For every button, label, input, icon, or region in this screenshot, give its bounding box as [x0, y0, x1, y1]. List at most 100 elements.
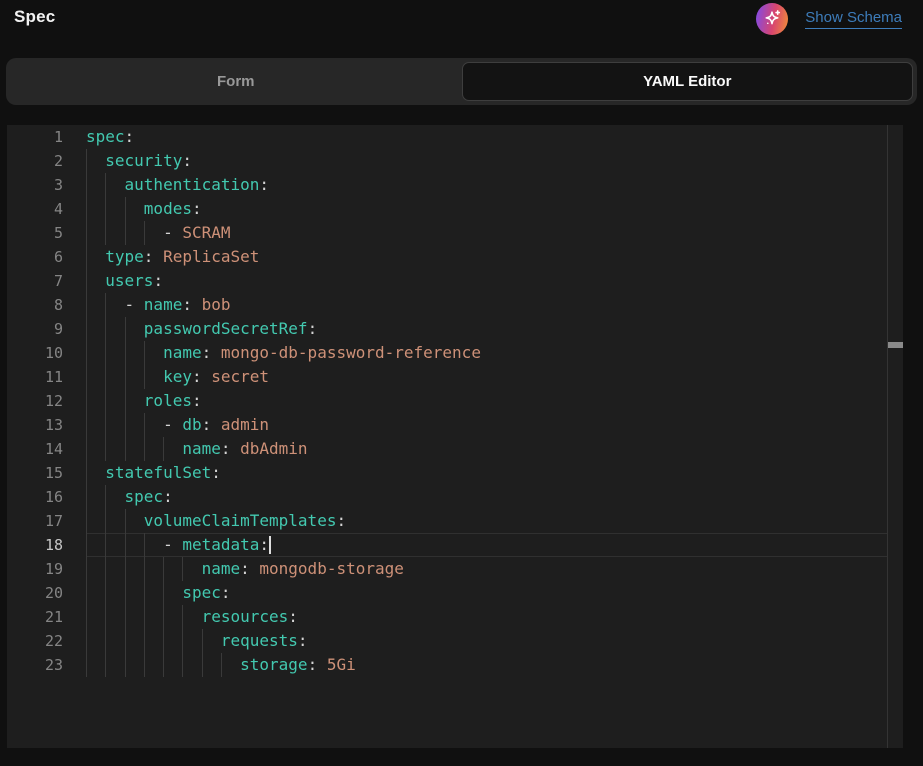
- code-line[interactable]: 10 name: mongo-db-password-reference: [7, 341, 903, 365]
- line-number: 22: [7, 629, 63, 653]
- code-text: volumeClaimTemplates:: [86, 509, 887, 533]
- tab-yaml-editor[interactable]: YAML Editor: [462, 62, 914, 101]
- code-text: - metadata:: [86, 533, 887, 557]
- editor-scrollbar[interactable]: [887, 125, 903, 748]
- tab-bar: Form YAML Editor: [6, 58, 917, 105]
- line-number: 5: [7, 221, 63, 245]
- code-line-content: name: mongo-db-password-reference: [86, 341, 887, 365]
- code-line[interactable]: 15 statefulSet:: [7, 461, 903, 485]
- code-line-content: - name: bob: [86, 293, 887, 317]
- code-line[interactable]: 6 type: ReplicaSet: [7, 245, 903, 269]
- text-cursor: [269, 536, 271, 554]
- code-text: passwordSecretRef:: [86, 317, 887, 341]
- yaml-editor[interactable]: 1spec:2 security:3 authentication:4 mode…: [7, 125, 903, 748]
- line-number: 16: [7, 485, 63, 509]
- code-line-content: statefulSet:: [86, 461, 887, 485]
- code-text: security:: [86, 149, 887, 173]
- line-number: 3: [7, 173, 63, 197]
- code-line-content: storage: 5Gi: [86, 653, 887, 677]
- code-text: name: dbAdmin: [86, 437, 887, 461]
- code-line-content: name: dbAdmin: [86, 437, 887, 461]
- code-text: spec:: [86, 125, 887, 149]
- line-number: 23: [7, 653, 63, 677]
- line-number: 9: [7, 317, 63, 341]
- header: Spec Show Schema: [0, 0, 923, 57]
- code-line-content: security:: [86, 149, 887, 173]
- code-text: storage: 5Gi: [86, 653, 887, 677]
- line-number: 13: [7, 413, 63, 437]
- ai-sparkles-icon[interactable]: [756, 3, 788, 35]
- code-line[interactable]: 2 security:: [7, 149, 903, 173]
- code-line-content: roles:: [86, 389, 887, 413]
- line-number: 1: [7, 125, 63, 149]
- code-line-content: modes:: [86, 197, 887, 221]
- line-number: 12: [7, 389, 63, 413]
- code-line-content: authentication:: [86, 173, 887, 197]
- code-text: resources:: [86, 605, 887, 629]
- code-text: spec:: [86, 581, 887, 605]
- code-line[interactable]: 8 - name: bob: [7, 293, 903, 317]
- code-line[interactable]: 23 storage: 5Gi: [7, 653, 903, 677]
- line-number: 10: [7, 341, 63, 365]
- code-line[interactable]: 16 spec:: [7, 485, 903, 509]
- code-text: requests:: [86, 629, 887, 653]
- code-text: users:: [86, 269, 887, 293]
- line-number: 14: [7, 437, 63, 461]
- code-text: spec:: [86, 485, 887, 509]
- line-number: 8: [7, 293, 63, 317]
- code-text: statefulSet:: [86, 461, 887, 485]
- code-line[interactable]: 3 authentication:: [7, 173, 903, 197]
- code-text: key: secret: [86, 365, 887, 389]
- code-text: authentication:: [86, 173, 887, 197]
- code-text: modes:: [86, 197, 887, 221]
- code-line[interactable]: 19 name: mongodb-storage: [7, 557, 903, 581]
- code-line-content: resources:: [86, 605, 887, 629]
- code-line[interactable]: 20 spec:: [7, 581, 903, 605]
- line-number: 19: [7, 557, 63, 581]
- code-line[interactable]: 14 name: dbAdmin: [7, 437, 903, 461]
- code-line-content: spec:: [86, 581, 887, 605]
- code-line[interactable]: 22 requests:: [7, 629, 903, 653]
- code-line[interactable]: 5 - SCRAM: [7, 221, 903, 245]
- code-line-content: spec:: [86, 125, 887, 149]
- code-line[interactable]: 4 modes:: [7, 197, 903, 221]
- overview-ruler-cursor-mark: [888, 342, 903, 348]
- code-line[interactable]: 18 - metadata:: [7, 533, 903, 557]
- code-line[interactable]: 11 key: secret: [7, 365, 903, 389]
- tab-form[interactable]: Form: [10, 62, 462, 101]
- line-number: 6: [7, 245, 63, 269]
- line-number: 20: [7, 581, 63, 605]
- page-title: Spec: [14, 7, 55, 27]
- code-line-content: volumeClaimTemplates:: [86, 509, 887, 533]
- header-actions: Show Schema: [756, 2, 902, 36]
- code-line-content: spec:: [86, 485, 887, 509]
- code-text: type: ReplicaSet: [86, 245, 887, 269]
- line-number: 21: [7, 605, 63, 629]
- code-text: - SCRAM: [86, 221, 887, 245]
- code-line-content: key: secret: [86, 365, 887, 389]
- code-line[interactable]: 13 - db: admin: [7, 413, 903, 437]
- show-schema-link[interactable]: Show Schema: [805, 9, 902, 29]
- code-text: - db: admin: [86, 413, 887, 437]
- code-line-content: - SCRAM: [86, 221, 887, 245]
- code-line-content: - db: admin: [86, 413, 887, 437]
- code-line[interactable]: 9 passwordSecretRef:: [7, 317, 903, 341]
- code-line-content: name: mongodb-storage: [86, 557, 887, 581]
- code-text: name: mongo-db-password-reference: [86, 341, 887, 365]
- code-line[interactable]: 1 spec:: [7, 125, 903, 149]
- line-number: 17: [7, 509, 63, 533]
- code-line[interactable]: 7 users:: [7, 269, 903, 293]
- code-line[interactable]: 17 volumeClaimTemplates:: [7, 509, 903, 533]
- code-line-content: requests:: [86, 629, 887, 653]
- code-line-content: type: ReplicaSet: [86, 245, 887, 269]
- code-line-content: - metadata:: [86, 533, 887, 557]
- code-line[interactable]: 12 roles:: [7, 389, 903, 413]
- line-number: 4: [7, 197, 63, 221]
- line-number: 2: [7, 149, 63, 173]
- code-line[interactable]: 21 resources:: [7, 605, 903, 629]
- line-number: 15: [7, 461, 63, 485]
- line-number: 7: [7, 269, 63, 293]
- code-text: roles:: [86, 389, 887, 413]
- code-line-content: passwordSecretRef:: [86, 317, 887, 341]
- sparkle-glyph: [761, 8, 783, 30]
